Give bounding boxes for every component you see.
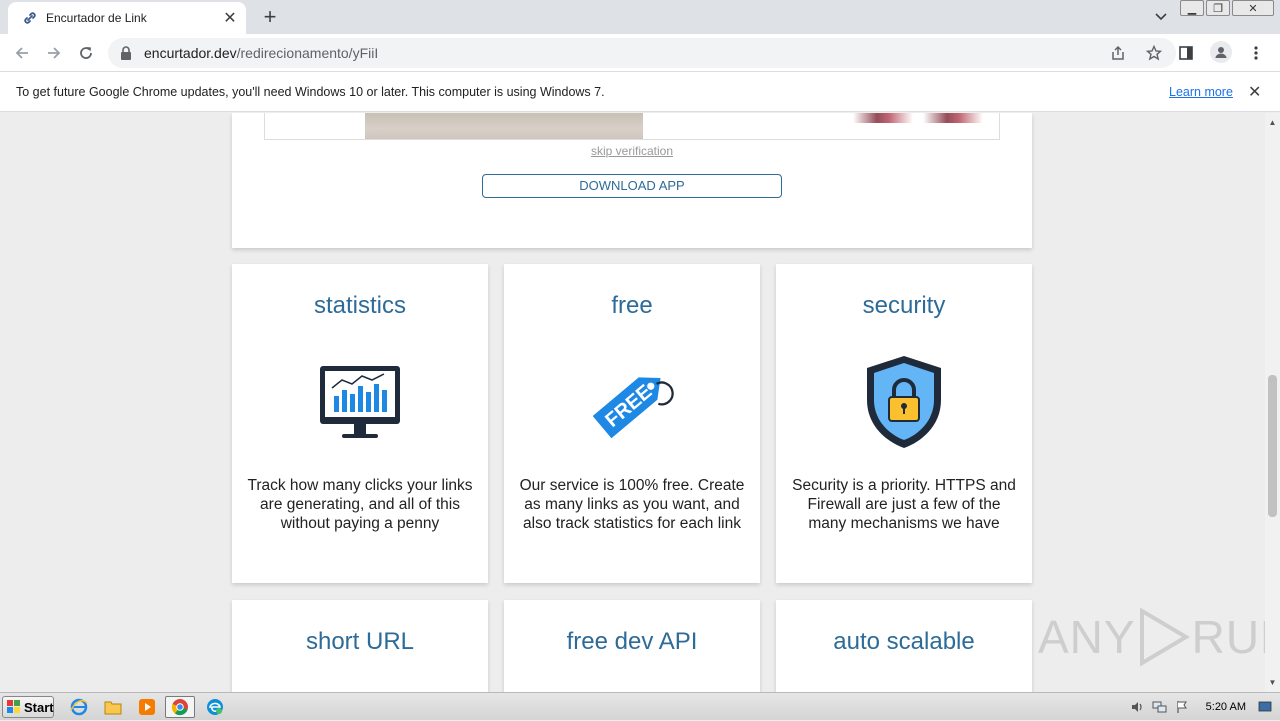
infobar-message: To get future Google Chrome updates, you… xyxy=(16,84,605,99)
menu-kebab-icon[interactable] xyxy=(1244,41,1268,65)
feature-card-free-dev-api: free dev API xyxy=(504,600,760,692)
url-text: encurtador.dev/redirecionamento/yFiiI xyxy=(144,45,378,61)
feature-card-free: free FREE Our service is 100% free. Crea… xyxy=(504,264,760,583)
show-desktop-icon[interactable] xyxy=(1258,701,1272,713)
watermark-left: ANY xyxy=(1038,611,1136,663)
share-icon[interactable] xyxy=(1108,43,1128,63)
feature-title: free dev API xyxy=(566,628,698,655)
link-favicon-icon xyxy=(22,10,38,26)
feature-card-short-url: short URL xyxy=(232,600,488,692)
browser-tab[interactable]: Encurtador de Link ✕ xyxy=(8,2,246,34)
url-host: encurtador.dev xyxy=(144,45,237,61)
profile-avatar-icon[interactable] xyxy=(1210,41,1232,63)
back-button[interactable] xyxy=(10,41,34,65)
page-scrollbar[interactable]: ▲ ▼ xyxy=(1265,113,1280,692)
feature-card-auto-scalable: auto scalable xyxy=(776,600,1032,692)
feature-description: Security is a priority. HTTPS and Firewa… xyxy=(792,477,1016,532)
verification-card: skip verification DOWNLOAD APP xyxy=(232,113,1032,248)
shield-lock-icon xyxy=(854,352,954,452)
lock-icon[interactable] xyxy=(120,46,134,60)
play-logo-icon xyxy=(1139,607,1190,667)
chrome-taskbar-icon[interactable] xyxy=(165,696,195,718)
feature-title: free xyxy=(611,292,653,319)
feature-title: statistics xyxy=(313,292,406,319)
feature-title: security xyxy=(862,292,946,319)
close-window-button[interactable]: ✕ xyxy=(1232,0,1274,16)
clock-time[interactable]: 5:20 AM xyxy=(1206,701,1246,713)
anyrun-watermark: ANY RUN xyxy=(1038,607,1280,667)
address-bar[interactable]: encurtador.dev/redirecionamento/yFiiI xyxy=(108,38,1176,68)
window-controls: ▁ ❐ ✕ xyxy=(1180,0,1274,16)
skip-verification-link[interactable]: skip verification xyxy=(232,144,1032,158)
scrollbar-thumb[interactable] xyxy=(1268,375,1277,517)
volume-icon[interactable] xyxy=(1130,700,1144,714)
ad-product-image xyxy=(843,113,993,125)
feature-card-statistics: statistics Track how many clicks your li… xyxy=(232,264,488,583)
url-path: /redirecionamento/yFiiI xyxy=(236,45,379,61)
tab-title: Encurtador de Link xyxy=(46,11,147,25)
scroll-down-arrow-icon[interactable]: ▼ xyxy=(1265,675,1280,690)
ad-photo xyxy=(365,113,643,139)
page-viewport: skip verification DOWNLOAD APP statistic… xyxy=(0,113,1280,692)
network-icon[interactable] xyxy=(1152,700,1168,714)
tab-search-chevron-icon[interactable] xyxy=(1150,6,1172,28)
start-label: Start xyxy=(24,699,54,715)
new-tab-button[interactable]: + xyxy=(258,4,282,29)
monitor-chart-icon xyxy=(310,352,410,452)
scroll-up-arrow-icon[interactable]: ▲ xyxy=(1265,115,1280,130)
free-tag-icon: FREE xyxy=(582,352,682,452)
update-infobar: To get future Google Chrome updates, you… xyxy=(0,72,1280,112)
action-center-flag-icon[interactable] xyxy=(1176,700,1188,714)
side-panel-icon[interactable] xyxy=(1174,41,1198,65)
media-player-icon[interactable] xyxy=(136,697,158,717)
feature-title: auto scalable xyxy=(833,628,975,655)
restore-button[interactable]: ❐ xyxy=(1206,0,1230,16)
system-tray: 5:20 AM xyxy=(1130,693,1280,721)
advertisement-banner[interactable] xyxy=(264,113,1000,140)
minimize-button[interactable]: ▁ xyxy=(1180,0,1204,16)
feature-title: short URL xyxy=(305,628,415,655)
reload-button[interactable] xyxy=(74,41,98,65)
infobar-close-icon[interactable]: ✕ xyxy=(1248,82,1261,102)
internet-explorer-icon[interactable] xyxy=(68,697,90,717)
learn-more-link[interactable]: Learn more xyxy=(1169,85,1233,99)
tab-close-icon[interactable]: ✕ xyxy=(220,8,240,28)
browser-toolbar: encurtador.dev/redirecionamento/yFiiI xyxy=(0,34,1280,72)
feature-description: Track how many clicks your links are gen… xyxy=(247,477,473,532)
file-explorer-icon[interactable] xyxy=(102,697,124,717)
bookmark-star-icon[interactable] xyxy=(1144,43,1164,63)
windows-taskbar: Start 5:20 AM xyxy=(0,692,1280,720)
start-button[interactable]: Start xyxy=(2,696,54,718)
download-app-button[interactable]: DOWNLOAD APP xyxy=(482,174,782,198)
forward-button[interactable] xyxy=(42,41,66,65)
edge-icon[interactable] xyxy=(204,697,226,717)
feature-card-security: security Security is a priority. HTTPS a… xyxy=(776,264,1032,583)
tab-strip: Encurtador de Link ✕ + ▁ ❐ ✕ xyxy=(0,0,1280,34)
windows-logo-icon xyxy=(7,700,21,714)
feature-description: Our service is 100% free. Create as many… xyxy=(519,477,745,532)
